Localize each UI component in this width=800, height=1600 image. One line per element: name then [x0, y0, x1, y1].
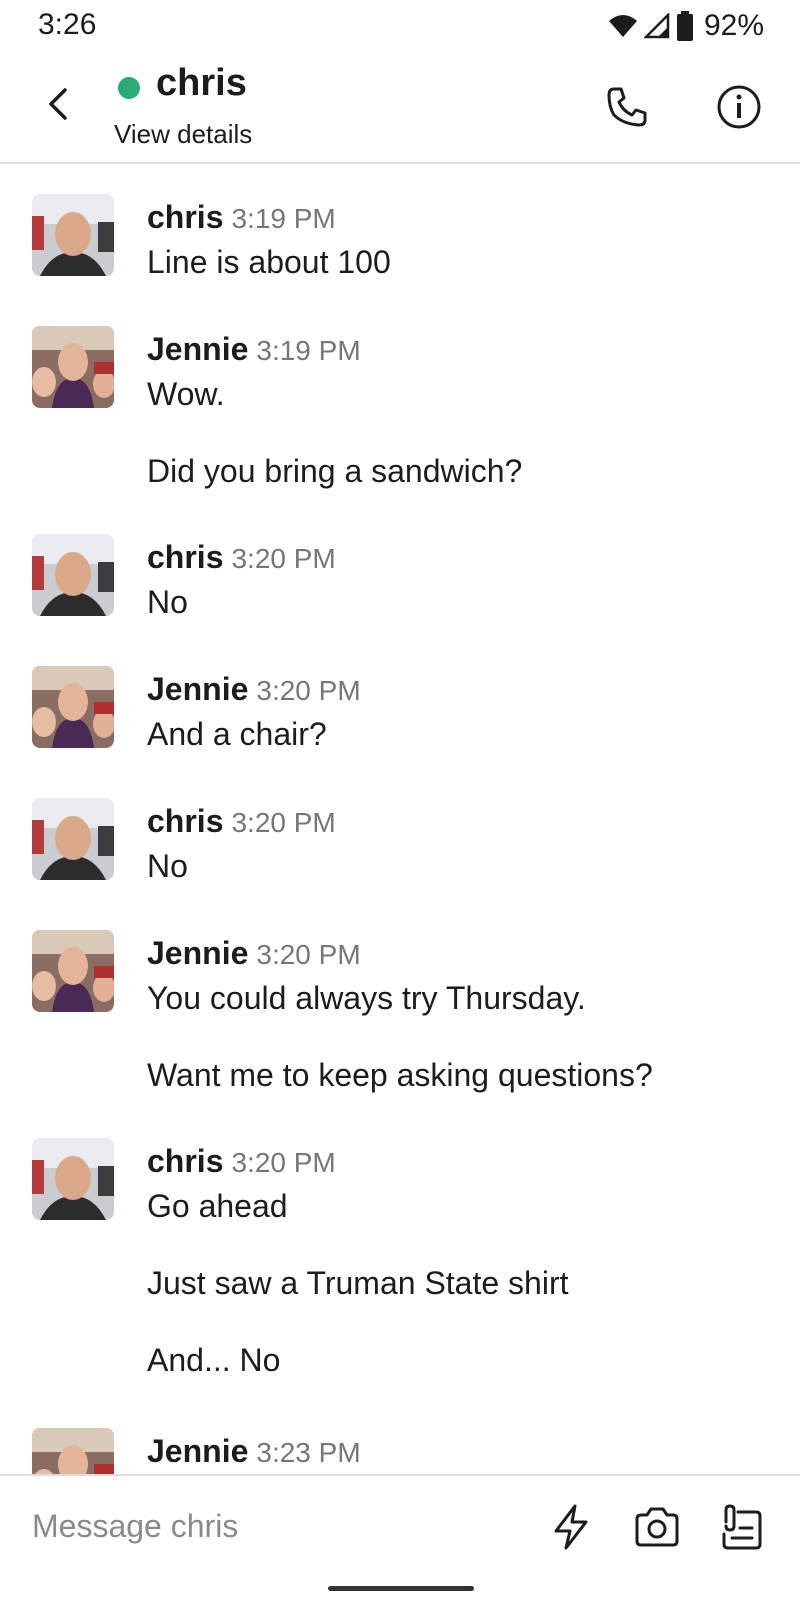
- avatar-jennie[interactable]: [32, 666, 114, 748]
- call-button[interactable]: [600, 80, 654, 134]
- message-text: Line is about 100: [147, 244, 391, 280]
- timestamp: 3:20 PM: [256, 675, 361, 706]
- back-button[interactable]: [36, 78, 80, 130]
- message-text: You could always try Thursday.: [147, 980, 586, 1016]
- message-text: Want me to keep asking questions?: [147, 1057, 653, 1093]
- message-text: No: [147, 584, 188, 620]
- attachment-icon: [722, 1504, 762, 1550]
- message-header: chris 3:20 PM: [147, 798, 336, 844]
- message-header: Jennie 3:23 PM: [147, 1428, 361, 1474]
- info-icon: [717, 85, 761, 129]
- timestamp: 3:19 PM: [256, 335, 361, 366]
- message-composer: [0, 1474, 800, 1600]
- sender-name[interactable]: chris: [147, 539, 223, 575]
- avatar-chris[interactable]: [32, 798, 114, 880]
- wifi-icon: [608, 15, 637, 37]
- attach-button[interactable]: [714, 1500, 768, 1554]
- avatar-chris[interactable]: [32, 1138, 114, 1220]
- presence-indicator: [118, 77, 140, 99]
- message-text: And a chair?: [147, 716, 327, 752]
- sender-name[interactable]: Jennie: [147, 1433, 248, 1469]
- avatar-jennie[interactable]: [32, 326, 114, 408]
- status-time: 3:26: [38, 8, 97, 41]
- message-text: Go ahead: [147, 1188, 288, 1224]
- home-indicator[interactable]: [328, 1586, 474, 1591]
- message-input[interactable]: [32, 1502, 512, 1550]
- status-bar: 3:26 92%: [0, 0, 800, 52]
- sender-name[interactable]: chris: [147, 1143, 223, 1179]
- camera-icon: [635, 1507, 679, 1547]
- message-text: And... No: [147, 1342, 281, 1378]
- message-header: Jennie 3:20 PM: [147, 930, 361, 976]
- timestamp: 3:20 PM: [231, 807, 336, 838]
- signal-icon: [643, 13, 670, 39]
- status-icons: 92%: [608, 6, 764, 46]
- info-button[interactable]: [712, 80, 766, 134]
- avatar-jennie[interactable]: [32, 1428, 114, 1474]
- timestamp: 3:20 PM: [256, 939, 361, 970]
- phone-icon: [607, 87, 647, 127]
- message-header: chris 3:20 PM: [147, 1138, 336, 1184]
- message-header: chris 3:19 PM: [147, 194, 336, 240]
- conversation-title[interactable]: chris: [156, 62, 247, 105]
- message-list[interactable]: chris 3:19 PM Line is about 100 Jennie 3:1…: [0, 164, 800, 1474]
- battery-icon: [676, 11, 693, 41]
- sender-name[interactable]: Jennie: [147, 331, 248, 367]
- message-text: Did you bring a sandwich?: [147, 453, 523, 489]
- timestamp: 3:20 PM: [231, 543, 336, 574]
- timestamp: 3:20 PM: [231, 1147, 336, 1178]
- avatar-chris[interactable]: [32, 194, 114, 276]
- message-header: Jennie 3:20 PM: [147, 666, 361, 712]
- avatar-chris[interactable]: [32, 534, 114, 616]
- sender-name[interactable]: Jennie: [147, 935, 248, 971]
- view-details-link[interactable]: View details: [114, 119, 252, 150]
- sender-name[interactable]: chris: [147, 803, 223, 839]
- message-text: No: [147, 848, 188, 884]
- message-text: Wow.: [147, 376, 225, 412]
- camera-button[interactable]: [630, 1500, 684, 1554]
- avatar-jennie[interactable]: [32, 930, 114, 1012]
- back-chevron-icon: [49, 88, 67, 120]
- conversation-header: chris View details: [0, 52, 800, 164]
- shortcuts-button[interactable]: [544, 1500, 598, 1554]
- message-text: Just saw a Truman State shirt: [147, 1265, 569, 1301]
- message-header: Jennie 3:19 PM: [147, 326, 361, 372]
- battery-percentage: 92%: [703, 9, 764, 42]
- sender-name[interactable]: Jennie: [147, 671, 248, 707]
- sender-name[interactable]: chris: [147, 199, 223, 235]
- message-header: chris 3:20 PM: [147, 534, 336, 580]
- lightning-icon: [554, 1504, 588, 1550]
- timestamp: 3:19 PM: [231, 203, 336, 234]
- timestamp: 3:23 PM: [256, 1437, 361, 1468]
